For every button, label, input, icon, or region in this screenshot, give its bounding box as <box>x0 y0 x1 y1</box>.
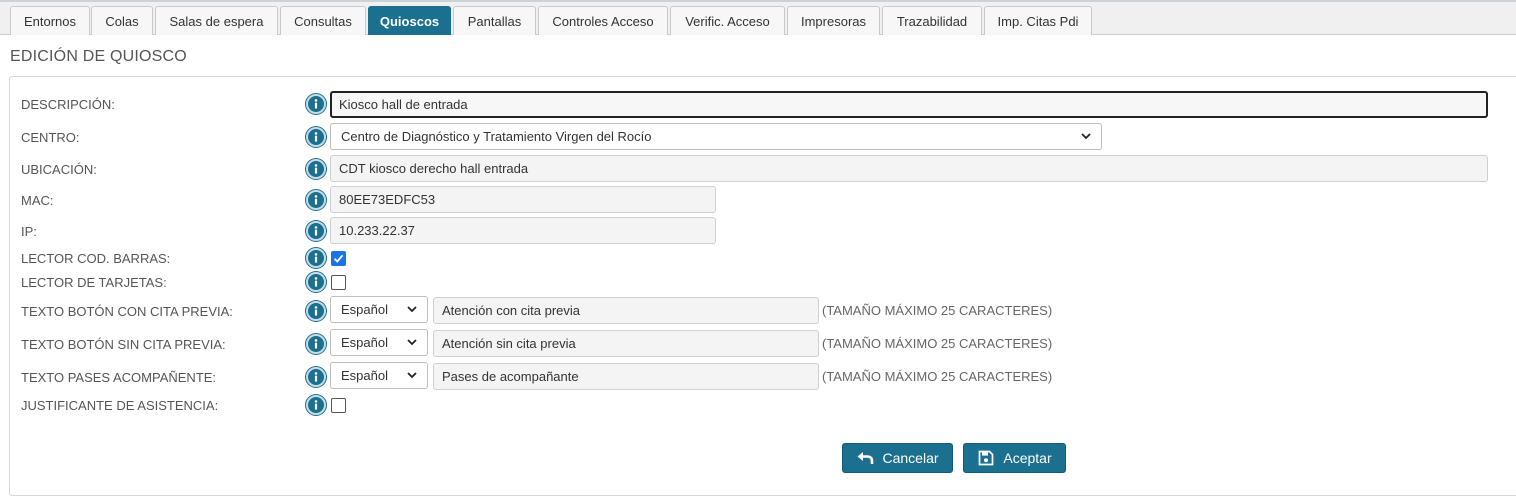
info-icon[interactable] <box>306 127 326 147</box>
tab-imp-citas-pdi[interactable]: Imp. Citas Pdi <box>984 6 1092 35</box>
centro-select[interactable]: Centro de Diagnóstico y Tratamiento Virg… <box>330 123 1102 150</box>
info-icon[interactable] <box>306 272 326 292</box>
tab-trazabilidad[interactable]: Trazabilidad <box>882 6 982 35</box>
centro-select-value: Centro de Diagnóstico y Tratamiento Virg… <box>341 129 652 144</box>
info-icon[interactable] <box>306 367 326 387</box>
lector-cod-barras-label: LECTOR COD. BARRAS: <box>21 251 171 266</box>
info-icon[interactable] <box>306 221 326 241</box>
justificante-checkbox[interactable] <box>331 398 346 413</box>
info-icon[interactable] <box>306 334 326 354</box>
tab-controles-acceso[interactable]: Controles Acceso <box>538 6 668 35</box>
tab-quioscos[interactable]: Quioscos <box>368 6 451 35</box>
max-length-hint: (TAMAÑO MÁXIMO 25 CARACTERES) <box>822 336 1053 351</box>
chevron-down-icon <box>407 306 417 313</box>
undo-arrow-icon <box>857 452 874 464</box>
chevron-down-icon <box>1081 133 1091 140</box>
texto-sin-cita-input[interactable] <box>433 330 819 357</box>
texto-pases-language-select[interactable]: Español <box>330 362 428 389</box>
max-length-hint: (TAMAÑO MÁXIMO 25 CARACTERES) <box>822 303 1053 318</box>
max-length-hint: (TAMAÑO MÁXIMO 25 CARACTERES) <box>822 369 1053 384</box>
info-icon[interactable] <box>306 159 326 179</box>
lector-tarjetas-label: LECTOR DE TARJETAS: <box>21 275 167 290</box>
info-icon[interactable] <box>306 395 326 415</box>
texto-sin-cita-label: TEXTO BOTÓN SIN CITA PREVIA: <box>21 337 226 352</box>
texto-con-cita-label: TEXTO BOTÓN CON CITA PREVIA: <box>21 304 233 319</box>
info-icon[interactable] <box>306 190 326 210</box>
accept-button[interactable]: Aceptar <box>963 443 1066 473</box>
ip-label: IP: <box>21 224 37 239</box>
justificante-label: JUSTIFICANTE DE ASISTENCIA: <box>21 398 219 413</box>
texto-con-cita-language-select[interactable]: Español <box>330 296 428 323</box>
texto-sin-cita-language-select[interactable]: Español <box>330 329 428 356</box>
mac-input[interactable] <box>330 186 716 213</box>
chevron-down-icon <box>407 372 417 379</box>
info-icon[interactable] <box>306 94 326 114</box>
tab-entornos[interactable]: Entornos <box>10 6 90 35</box>
tab-impresoras[interactable]: Impresoras <box>787 6 880 35</box>
accept-button-label: Aceptar <box>1003 450 1052 466</box>
ubicacion-input[interactable] <box>330 155 1488 182</box>
language-select-value: Español <box>341 368 388 383</box>
ubicacion-label: UBICACIÓN: <box>21 162 97 177</box>
tab-colas[interactable]: Colas <box>91 6 153 35</box>
language-select-value: Español <box>341 335 388 350</box>
chevron-down-icon <box>407 339 417 346</box>
mac-label: MAC: <box>21 193 54 208</box>
tab-verific-acceso[interactable]: Verific. Acceso <box>670 6 785 35</box>
lector-cod-barras-checkbox[interactable] <box>331 251 346 266</box>
checkmark-icon <box>333 254 344 263</box>
tab-pantallas[interactable]: Pantallas <box>453 6 536 35</box>
ip-input[interactable] <box>330 217 716 244</box>
tab-salas-de-espera[interactable]: Salas de espera <box>155 6 278 35</box>
texto-con-cita-input[interactable] <box>433 297 819 324</box>
tab-consultas[interactable]: Consultas <box>280 6 366 35</box>
info-icon[interactable] <box>306 301 326 321</box>
floppy-disk-icon <box>979 450 994 466</box>
centro-label: CENTRO: <box>21 130 80 145</box>
info-icon[interactable] <box>306 248 326 268</box>
texto-pases-input[interactable] <box>433 363 819 390</box>
cancel-button-label: Cancelar <box>882 450 939 466</box>
language-select-value: Español <box>341 302 388 317</box>
tab-bar: Entornos Colas Salas de espera Consultas… <box>0 2 1516 35</box>
texto-pases-label: TEXTO PASES ACOMPAÑENTE: <box>21 370 217 385</box>
page-title: EDICIÓN DE QUIOSCO <box>10 48 187 65</box>
cancel-button[interactable]: Cancelar <box>842 443 953 473</box>
descripcion-label: DESCRIPCIÓN: <box>21 97 115 112</box>
descripcion-input[interactable] <box>330 91 1488 118</box>
lector-tarjetas-checkbox[interactable] <box>331 275 346 290</box>
